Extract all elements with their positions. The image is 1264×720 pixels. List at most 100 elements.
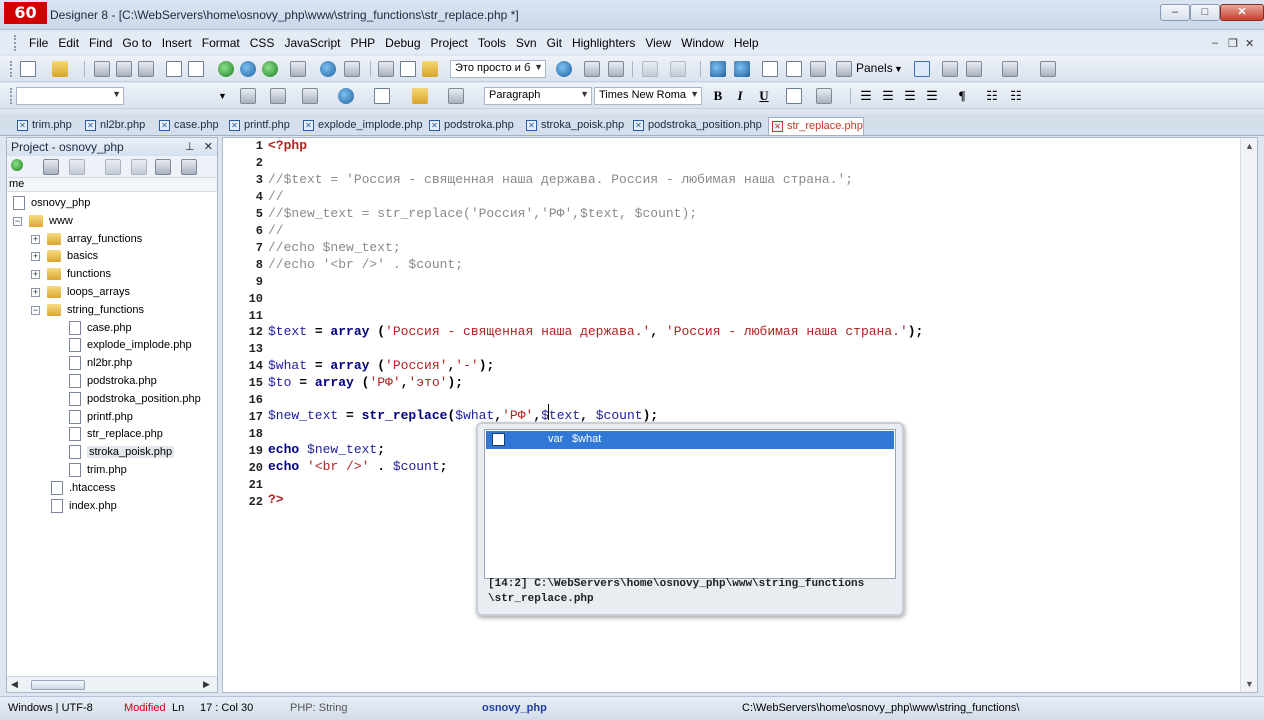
text-block-icon[interactable] — [786, 88, 802, 104]
vertical-scrollbar[interactable]: ▲ ▼ — [1240, 138, 1257, 692]
preview-browser-icon[interactable] — [218, 61, 234, 77]
tab-case-php[interactable]: ✕ case.php — [156, 117, 224, 135]
code-line-17[interactable]: $new_text = str_replace($what,'РФ',$text… — [268, 408, 658, 423]
menu-item-project[interactable]: Project — [426, 35, 473, 51]
insert-icon[interactable] — [302, 88, 318, 104]
tab-close-icon[interactable]: ✕ — [159, 120, 170, 131]
italic-button[interactable]: I — [732, 88, 748, 104]
pilcrow-button[interactable]: ¶ — [954, 88, 970, 104]
menu-item-git[interactable]: Git — [542, 35, 567, 51]
style-combo[interactable]: ▼ — [16, 87, 124, 105]
expand-icon[interactable]: + — [31, 270, 40, 280]
save-all-icon[interactable] — [116, 61, 132, 77]
menu-item-view[interactable]: View — [640, 35, 676, 51]
tab-trim-php[interactable]: ✕ trim.php — [14, 117, 80, 135]
bold-button[interactable]: B — [710, 88, 726, 104]
find-files-icon[interactable] — [608, 61, 624, 77]
align-right-icon[interactable]: ☰ — [902, 88, 918, 104]
menu-item-highlighters[interactable]: Highlighters — [567, 35, 640, 51]
underline-button[interactable]: U — [756, 88, 772, 104]
back-icon[interactable] — [642, 61, 658, 77]
copy-file-icon[interactable] — [166, 61, 182, 77]
save-icon[interactable] — [94, 61, 110, 77]
collapse-icon[interactable]: − — [13, 216, 22, 226]
code-line-7[interactable]: //echo $new_text; — [268, 240, 401, 255]
tree-file-item[interactable]: printf.php — [9, 409, 209, 427]
print-preview-icon[interactable] — [188, 61, 204, 77]
status-encoding[interactable]: Windows | UTF-8 — [8, 702, 93, 714]
chevron-down-icon[interactable]: ▼ — [534, 62, 543, 72]
tree-file-item[interactable]: podstroka_position.php — [9, 391, 209, 409]
filter-icon[interactable] — [131, 159, 147, 175]
next-bookmark-icon[interactable] — [734, 61, 750, 77]
open-folder-icon[interactable] — [52, 61, 68, 77]
toggle-bookmark-icon[interactable] — [710, 61, 726, 77]
tab-close-icon[interactable]: ✕ — [633, 120, 644, 131]
paste-icon[interactable] — [422, 61, 438, 77]
tab-close-icon[interactable]: ✕ — [17, 120, 28, 131]
delete-icon[interactable] — [69, 159, 85, 175]
align-center-icon[interactable]: ☰ — [880, 88, 896, 104]
tab-close-icon[interactable]: ✕ — [303, 120, 314, 131]
scroll-left-icon[interactable]: ◀ — [11, 679, 18, 690]
chevron-down-icon[interactable]: ▼ — [218, 91, 227, 101]
tree-file-item[interactable]: trim.php — [9, 463, 209, 480]
chevron-down-icon[interactable]: ▼ — [112, 89, 121, 99]
split-vertical-icon[interactable] — [786, 61, 802, 77]
tree-file-item[interactable]: case.php — [9, 320, 209, 338]
code-line-14[interactable]: $what = array ('Россия','-'); — [268, 358, 494, 373]
autocomplete-item[interactable]: var $what — [486, 431, 894, 449]
code-line-5[interactable]: //$new_text = str_replace('Россия','РФ',… — [268, 206, 697, 221]
new-file-icon[interactable] — [20, 61, 36, 77]
tree-file-item[interactable]: podstroka.php — [9, 374, 209, 391]
split-horizontal-icon[interactable] — [762, 61, 778, 77]
print-icon[interactable] — [290, 61, 306, 77]
chevron-down-icon[interactable]: ▼ — [580, 89, 589, 99]
menu-item-php[interactable]: PHP — [345, 35, 380, 51]
highlight-icon[interactable] — [412, 88, 428, 104]
mdi-restore-button[interactable]: ❐ — [1228, 37, 1238, 50]
tab-nl2br-php[interactable]: ✕ nl2br.php — [82, 117, 154, 135]
align-left-icon[interactable]: ☰ — [858, 88, 874, 104]
tab-podstroka-position-php[interactable]: ✕ podstroka_position.php — [630, 117, 766, 135]
tree-file-item[interactable]: nl2br.php — [9, 356, 209, 373]
list-icon[interactable]: ☷ — [984, 88, 1000, 104]
menu-item-edit[interactable]: Edit — [53, 35, 84, 51]
copy-icon[interactable] — [400, 61, 416, 77]
undo-icon[interactable] — [320, 61, 336, 77]
tree-file-item[interactable]: stroka_poisk.php — [9, 445, 209, 462]
tab-podstroka-php[interactable]: ✕ podstroka.php — [426, 117, 521, 135]
close-file-icon[interactable] — [138, 61, 154, 77]
find-replace-icon[interactable] — [584, 61, 600, 77]
redo-icon[interactable] — [344, 61, 360, 77]
code-line-15[interactable]: $to = array ('РФ','это'); — [268, 375, 463, 390]
maximize-button[interactable]: □ — [1190, 4, 1220, 21]
panel-close-icon[interactable]: ✕ — [204, 141, 213, 153]
tree-file-item[interactable]: index.php — [9, 498, 209, 516]
expand-icon[interactable]: + — [31, 252, 40, 262]
close-button[interactable]: ✕ — [1220, 4, 1264, 21]
code-line-1[interactable]: <?php — [268, 138, 307, 153]
scroll-down-icon[interactable]: ▼ — [1245, 679, 1254, 689]
code-line-3[interactable]: //$text = 'Россия - священная наша держа… — [268, 172, 853, 187]
code-line-8[interactable]: //echo '<br />' . $count; — [268, 257, 463, 272]
cut-icon[interactable] — [378, 61, 394, 77]
code-line-6[interactable]: // — [268, 223, 284, 238]
tab-close-icon[interactable]: ✕ — [526, 120, 537, 131]
paragraph-combo[interactable]: Paragraph ▼ — [484, 87, 592, 105]
menu-item-svn[interactable]: Svn — [511, 35, 542, 51]
toolbar-grip[interactable] — [10, 88, 14, 104]
form-icon[interactable] — [270, 88, 286, 104]
code-line-12[interactable]: $text = array ('Россия - священная наша … — [268, 324, 923, 339]
mdi-minimize-button[interactable]: – — [1212, 37, 1218, 49]
tab-explode-implode-php[interactable]: ✕ explode_implode.php — [300, 117, 424, 135]
tree-column-header[interactable]: me — [7, 178, 217, 192]
scroll-up-icon[interactable]: ▲ — [1245, 141, 1254, 151]
minimize-button[interactable]: – — [1160, 4, 1190, 21]
tab-close-icon[interactable]: ✕ — [429, 120, 440, 131]
tab-close-icon[interactable]: ✕ — [85, 120, 96, 131]
tools-icon[interactable] — [966, 61, 982, 77]
forward-icon[interactable] — [670, 61, 686, 77]
window-list-icon[interactable] — [810, 61, 826, 77]
scroll-right-icon[interactable]: ▶ — [203, 679, 210, 690]
